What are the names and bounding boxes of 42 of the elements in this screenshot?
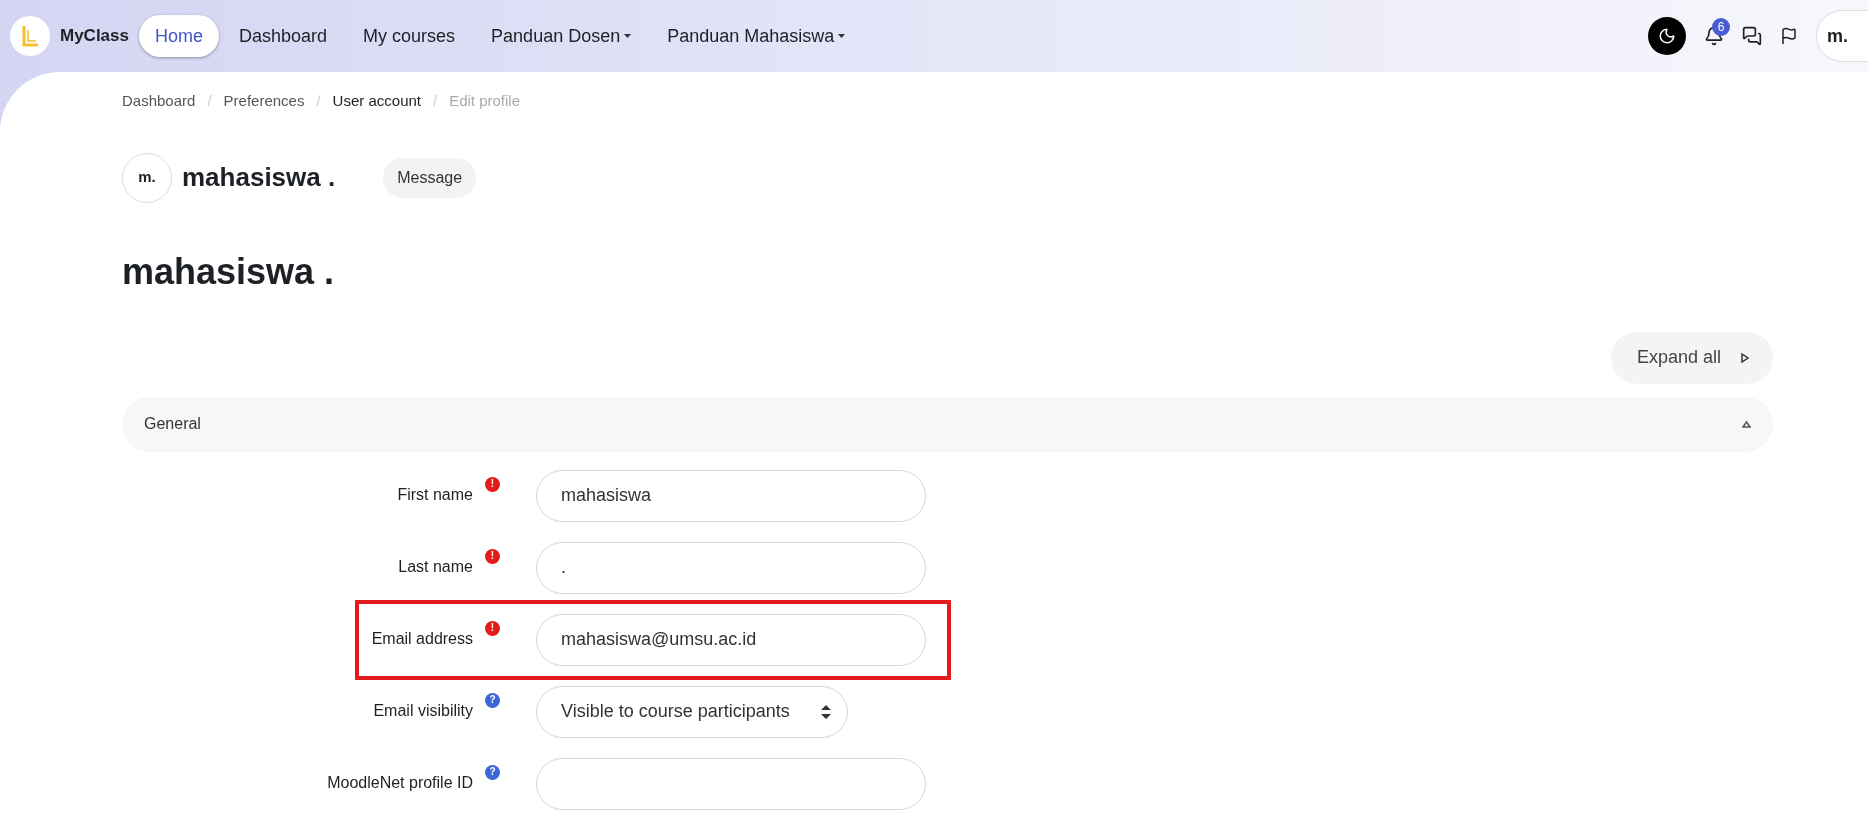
brand-name[interactable]: MyClass <box>60 23 129 49</box>
sort-icon <box>821 704 831 719</box>
nav-item[interactable]: Panduan Dosen <box>475 15 648 57</box>
expand-all-button[interactable]: Expand all <box>1610 331 1773 384</box>
message-button[interactable]: Message <box>383 157 477 198</box>
page-title: mahasiswa . <box>122 249 336 294</box>
moon-icon <box>1658 27 1676 45</box>
user-name: mahasiswa . <box>182 161 336 194</box>
play-icon <box>1741 352 1749 363</box>
user-avatar[interactable]: m. <box>1816 10 1868 62</box>
field-label: Email visibility <box>373 700 473 721</box>
nav-item[interactable]: Panduan Mahasiswa <box>651 15 862 57</box>
caret-icon <box>624 34 632 38</box>
flag-icon[interactable] <box>1780 27 1798 45</box>
breadcrumb-link[interactable]: Preferences <box>223 90 305 113</box>
field-label: Last name <box>398 556 473 577</box>
field-label: First name <box>397 484 473 505</box>
required-icon: ! <box>485 620 500 636</box>
input-field[interactable]: . <box>536 541 926 594</box>
breadcrumb-separator: / <box>207 91 212 111</box>
nav-item[interactable]: My courses <box>347 15 472 57</box>
nav-item[interactable]: Dashboard <box>223 15 344 57</box>
section-header[interactable]: General <box>122 396 1773 452</box>
dark-mode-button[interactable] <box>1648 17 1686 55</box>
field-label: MoodleNet profile ID <box>327 772 473 793</box>
messages-icon[interactable] <box>1742 26 1762 46</box>
select-field[interactable]: Visible to course participants <box>536 685 848 738</box>
caret-icon <box>838 34 846 38</box>
required-icon: ! <box>485 476 500 492</box>
notification-badge: 6 <box>1712 18 1730 36</box>
nav-item[interactable]: Home <box>139 15 219 57</box>
help-icon[interactable]: ? <box>485 764 500 780</box>
breadcrumb-link[interactable]: Dashboard <box>122 90 196 113</box>
collapse-icon <box>1742 420 1751 428</box>
input-field[interactable]: mahasiswa@umsu.ac.id <box>536 613 926 666</box>
field-label: Email address <box>371 628 473 649</box>
input-field[interactable]: mahasiswa <box>536 469 926 522</box>
help-icon[interactable]: ? <box>485 692 500 708</box>
required-icon: ! <box>485 548 500 564</box>
breadcrumb-separator: / <box>433 91 438 111</box>
breadcrumb-link[interactable]: User account <box>332 90 421 113</box>
breadcrumb-separator: / <box>316 91 321 111</box>
